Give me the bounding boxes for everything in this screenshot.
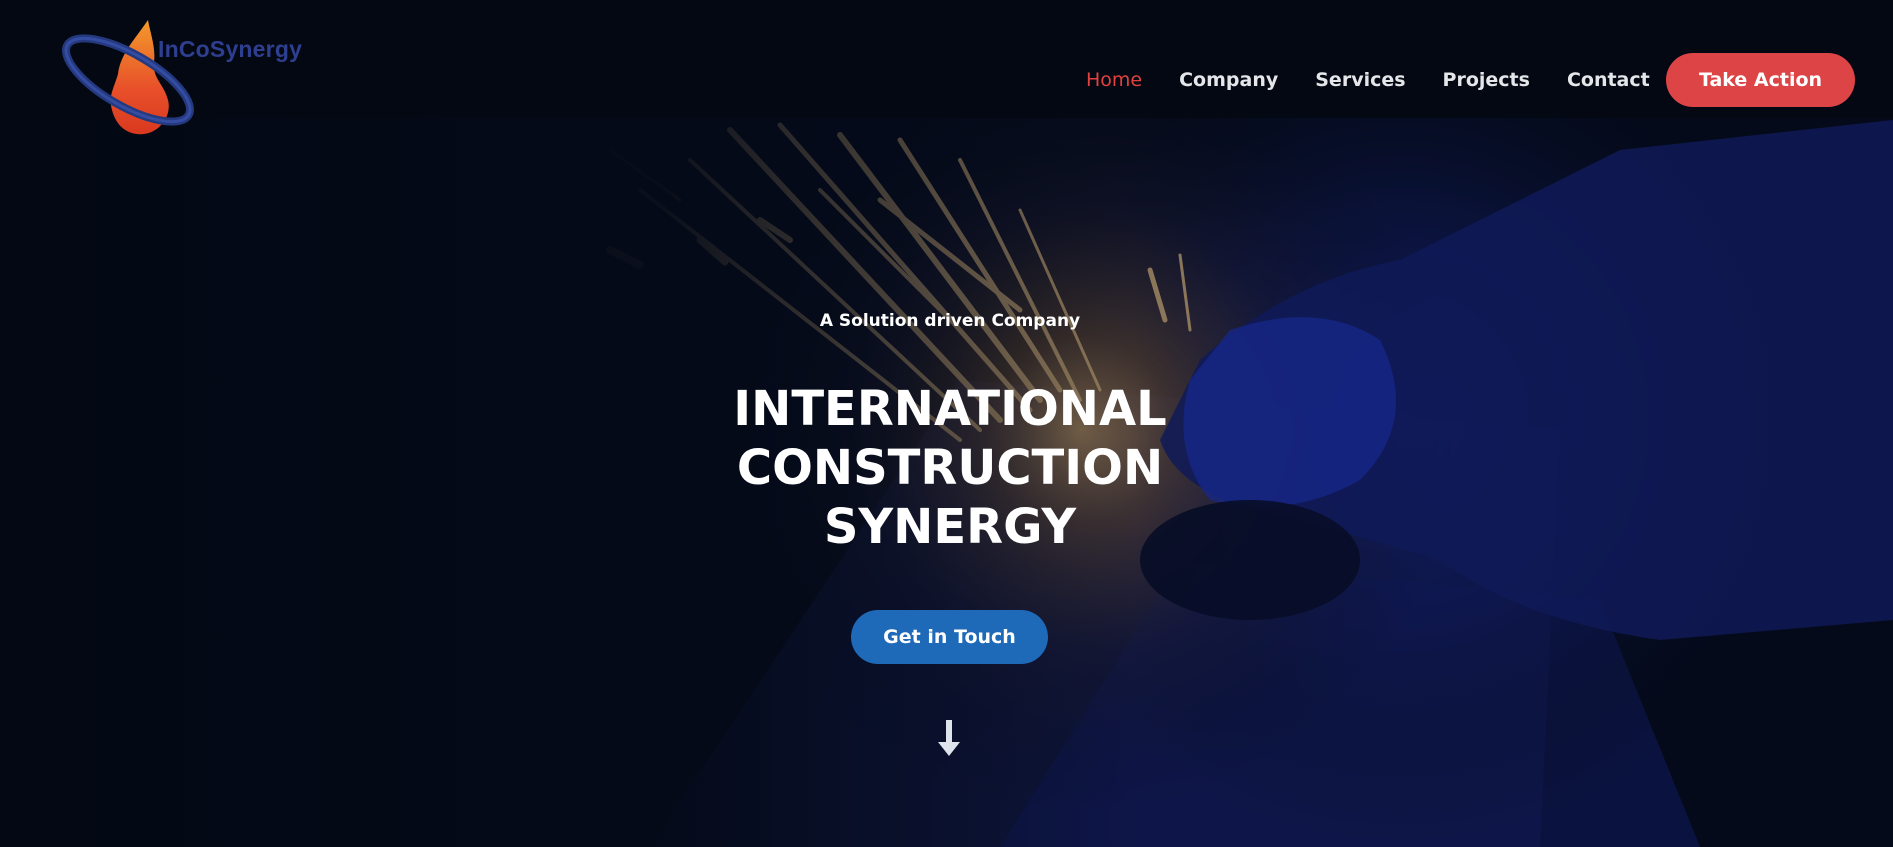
nav-item-home[interactable]: Home [1086,66,1142,94]
brand-logo[interactable]: InCoSynergy [56,16,316,140]
nav-item-projects[interactable]: Projects [1443,66,1530,94]
hero-title-line: CONSTRUCTION [736,440,1164,496]
brand-name: InCoSynergy [158,36,303,62]
hero-title: INTERNATIONAL CONSTRUCTION SYNERGY [600,380,1300,557]
nav-item-contact[interactable]: Contact [1567,66,1650,94]
page: InCoSynergy Home Company Services Projec… [0,0,1893,847]
hero-title-line: SYNERGY [823,499,1077,555]
hero-tagline: A Solution driven Company [819,311,1081,331]
nav-item-company[interactable]: Company [1179,66,1278,94]
arrow-down-icon[interactable] [936,718,962,758]
hero-title-line: INTERNATIONAL [733,381,1167,437]
site-header: InCoSynergy Home Company Services Projec… [0,0,1893,135]
take-action-button[interactable]: Take Action [1666,53,1855,107]
main-nav: Home Company Services Projects Contact [1086,66,1687,94]
nav-item-services[interactable]: Services [1315,66,1405,94]
get-in-touch-button[interactable]: Get in Touch [851,610,1048,664]
flame-logo-icon [61,20,194,135]
